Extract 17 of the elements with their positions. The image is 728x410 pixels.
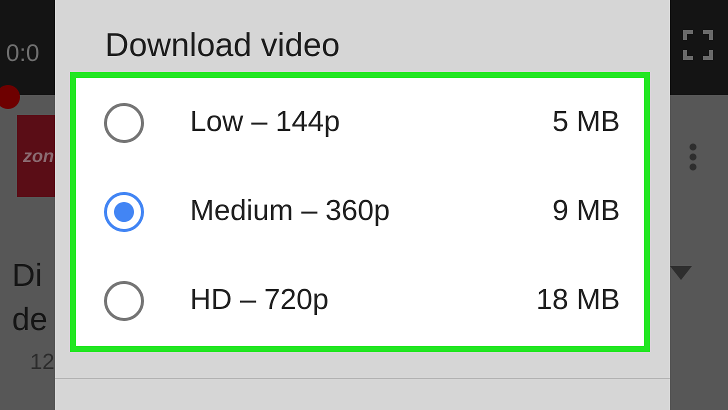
player-time: 0:0 xyxy=(5,39,40,69)
option-label[interactable]: HD – 720p xyxy=(190,279,536,323)
file-size: 5 MB xyxy=(552,104,620,140)
dialog-title: Download video xyxy=(104,25,341,65)
video-title: Di xyxy=(11,256,44,295)
dropdown-icon[interactable] xyxy=(670,266,692,280)
file-size: 9 MB xyxy=(552,194,620,230)
fullscreen-icon[interactable] xyxy=(683,30,713,60)
more-icon[interactable] xyxy=(689,143,697,171)
radio-button[interactable] xyxy=(104,281,144,322)
channel-logo: zon xyxy=(23,144,54,168)
option-label[interactable]: Low – 144p xyxy=(190,100,552,144)
file-size: 18 MB xyxy=(536,283,620,318)
video-title: de xyxy=(11,300,49,339)
option-label[interactable]: Medium – 360p xyxy=(190,190,552,234)
radio-button[interactable] xyxy=(104,102,144,143)
radio-button[interactable] xyxy=(104,192,144,232)
